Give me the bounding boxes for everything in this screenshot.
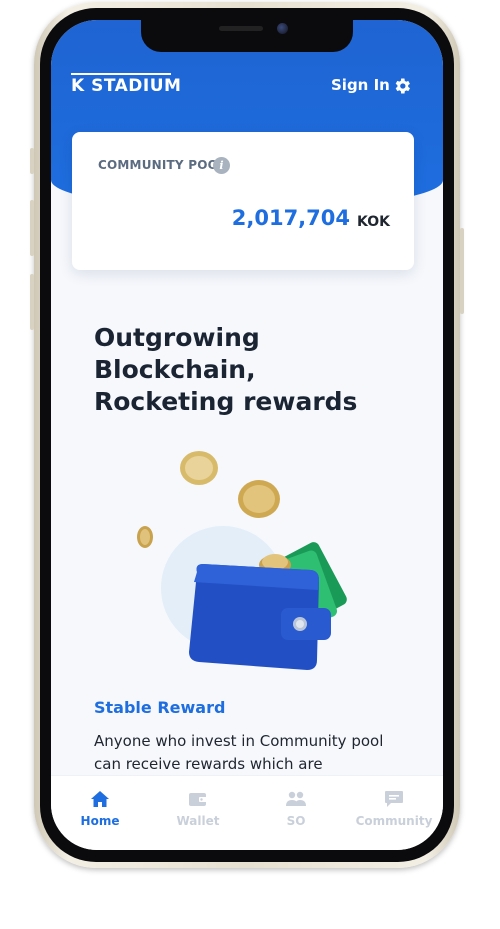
- people-icon: [286, 791, 306, 806]
- volume-down-button: [30, 274, 34, 330]
- tab-label: Community: [355, 814, 433, 828]
- logo-overline: [71, 73, 171, 75]
- bottom-tab-bar: Home Wallet SO Community: [51, 775, 443, 850]
- community-pool-card: COMMUNITY POOL i 2,017,704 KOK: [72, 132, 414, 270]
- wallet-icon: [189, 793, 207, 806]
- volume-up-button: [30, 200, 34, 256]
- section-body: Anyone who invest in Community pool can …: [94, 732, 384, 773]
- mute-switch: [30, 148, 34, 174]
- section-title: Stable Reward: [94, 698, 226, 717]
- hero-headline-line-2: Rocketing rewards: [94, 387, 358, 416]
- info-icon[interactable]: i: [213, 157, 230, 174]
- home-icon: [91, 791, 109, 807]
- tab-home[interactable]: Home: [51, 790, 149, 828]
- front-camera: [277, 23, 288, 34]
- community-pool-amount: 2,017,704: [231, 206, 350, 230]
- app-logo[interactable]: K STADIUM: [71, 76, 181, 96]
- coin-icon: [238, 480, 280, 518]
- tab-wallet[interactable]: Wallet: [149, 790, 247, 828]
- speaker-grille: [219, 26, 263, 31]
- tab-label: SO: [286, 814, 306, 828]
- hero-headline-line-1: Outgrowing Blockchain,: [94, 323, 260, 384]
- gear-icon[interactable]: [392, 76, 412, 96]
- app-screen: K STADIUM Sign In COMMUNITY POOL i 2,017…: [51, 20, 443, 850]
- coin-icon: [180, 451, 218, 485]
- power-button: [460, 228, 464, 314]
- tab-label: Wallet: [176, 814, 220, 828]
- tab-label: Home: [80, 814, 120, 828]
- coin-icon: [137, 526, 153, 548]
- tab-so[interactable]: SO: [247, 790, 345, 828]
- currency-unit: KOK: [357, 214, 390, 230]
- notch: [141, 20, 353, 52]
- community-pool-label: COMMUNITY POOL: [98, 158, 226, 172]
- tab-community[interactable]: Community: [345, 790, 443, 828]
- sign-in-link[interactable]: Sign In: [331, 76, 390, 94]
- chat-icon: [385, 791, 403, 807]
- hero-headline: Outgrowing Blockchain, Rocketing rewards: [94, 322, 414, 418]
- wallet-with-coins-illustration: [137, 451, 347, 670]
